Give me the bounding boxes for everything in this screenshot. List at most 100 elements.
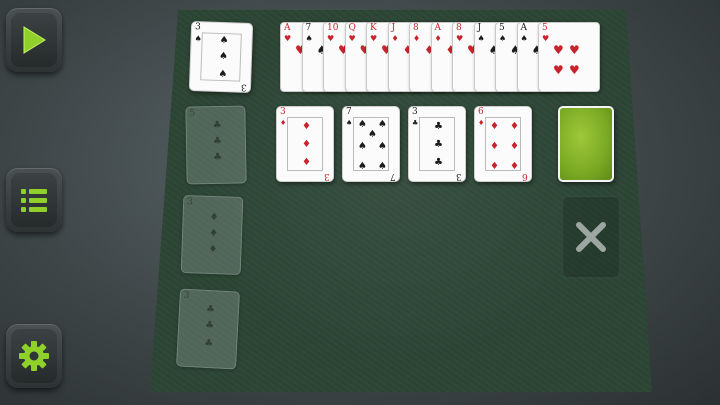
card-suit: ♦ xyxy=(413,34,421,43)
tableau-card[interactable]: 3 ♣ ♣ ♣ ♣ 3 xyxy=(408,106,466,182)
pip: ♠ xyxy=(378,141,387,152)
card-face: ♠ ♠ ♠ xyxy=(200,32,242,82)
card-rank-bottom: 3 xyxy=(324,171,330,181)
card-rank-bottom: 3 xyxy=(456,171,462,181)
pip: ♣ xyxy=(434,157,443,168)
card-rank: 3 xyxy=(183,290,190,301)
pip: ♠ xyxy=(219,34,229,47)
fan-card[interactable]: 5 ♥ ♥ ♥ ♥ ♥ xyxy=(538,22,600,92)
card-face: ♠ ♠ ♠ ♠ ♠ ♠ ♠ xyxy=(353,117,389,172)
pip: ♦ xyxy=(302,157,311,168)
pip: ♣ xyxy=(434,139,443,150)
card-suit: ♦ xyxy=(391,34,399,43)
pip: ♦ xyxy=(302,121,311,132)
settings-button[interactable] xyxy=(6,324,62,388)
card-rank: A xyxy=(284,23,291,33)
pip: ♣ xyxy=(434,121,443,132)
card-rank: 3 xyxy=(412,107,418,117)
pip: ♠ xyxy=(358,161,367,172)
pip: ♦ xyxy=(510,121,519,132)
card-rank: 5 xyxy=(189,108,196,119)
card-suit: ♠ xyxy=(499,34,507,43)
card-suit: ♠ xyxy=(305,34,313,43)
card-face: ♦ ♦ ♦ ♦ ♦ ♦ xyxy=(485,117,521,172)
card-rank: 7 xyxy=(346,107,352,117)
card-rank: 5 xyxy=(499,23,505,33)
card-suit: ♠ xyxy=(346,119,353,127)
pip: ♠ xyxy=(358,141,367,152)
pip: ♣ xyxy=(213,151,223,164)
pip: ♣ xyxy=(203,337,214,350)
card-suit: ♥ xyxy=(284,34,292,43)
pip: ♦ xyxy=(209,211,219,224)
pip: ♠ xyxy=(218,68,228,81)
play-icon xyxy=(23,26,46,54)
card-suit: ♥ xyxy=(348,34,356,43)
card-face: ♣ ♣ ♣ xyxy=(419,117,455,171)
pip: ♣ xyxy=(212,135,223,148)
card-rank: 8 xyxy=(456,23,462,33)
card-suit: ♥ xyxy=(542,34,550,43)
card-rank: 6 xyxy=(478,107,484,117)
menu-icon xyxy=(21,189,47,212)
pip: ♥ xyxy=(553,63,564,77)
pip: ♠ xyxy=(218,50,229,63)
ghost-card: 3 ♣ ♣ ♣ xyxy=(176,288,240,370)
pip: ♠ xyxy=(368,129,377,140)
card-suit: ♥ xyxy=(370,34,378,43)
tableau-card[interactable]: 6 ♦ ♦ ♦ ♦ ♦ ♦ ♦ 6 xyxy=(474,106,532,182)
card-suit: ♣ xyxy=(412,119,419,127)
card-rank: J xyxy=(477,23,482,33)
play-button[interactable] xyxy=(6,8,62,72)
close-icon xyxy=(576,222,606,252)
card-suit: ♠ xyxy=(477,34,485,43)
pip: ♦ xyxy=(490,161,499,172)
card-suit: ♥ xyxy=(327,34,335,43)
card-rank: J xyxy=(391,23,396,33)
pip: ♣ xyxy=(212,119,222,132)
pip: ♣ xyxy=(205,303,216,316)
card-rank: 3 xyxy=(194,22,201,33)
card-rank-bottom: 6 xyxy=(522,171,528,181)
ghost-card: 5 ♣ ♣ ♣ xyxy=(185,105,247,185)
pip: ♦ xyxy=(302,139,311,150)
card-suit: ♦ xyxy=(280,119,287,127)
pip: ♦ xyxy=(510,161,519,172)
pip: ♥ xyxy=(569,63,580,77)
card-rank: 5 xyxy=(542,23,548,33)
pip: ♦ xyxy=(490,141,499,152)
pip: ♥ xyxy=(569,43,580,57)
card-suit: ♦ xyxy=(434,34,442,43)
discard-slot[interactable] xyxy=(562,196,620,278)
pip: ♦ xyxy=(510,141,519,152)
pip: ♥ xyxy=(553,43,564,57)
card-suit: ♠ xyxy=(520,34,528,43)
pip: ♠ xyxy=(378,119,387,130)
pip: ♦ xyxy=(490,121,499,132)
waste-card[interactable]: 3 ♠ ♠ ♠ ♠ 3 xyxy=(188,20,254,94)
card-suit: ♥ xyxy=(456,34,464,43)
card-rank: Q xyxy=(348,23,356,33)
card-rank: 10 xyxy=(327,23,339,33)
tableau-card[interactable]: 7 ♠ ♠ ♠ ♠ ♠ ♠ ♠ ♠ 7 xyxy=(342,106,400,182)
card-rank: 7 xyxy=(305,23,312,33)
ghost-card: 3 ♦ ♦ ♦ xyxy=(180,194,244,276)
gear-icon xyxy=(19,341,49,371)
card-suit: ♦ xyxy=(478,119,485,127)
card-face: ♦ ♦ ♦ xyxy=(287,117,323,171)
card-rank: 3 xyxy=(280,107,286,117)
tableau-card[interactable]: 3 ♦ ♦ ♦ ♦ 3 xyxy=(276,106,334,182)
card-rank: 3 xyxy=(186,197,194,208)
card-rank-bottom: 7 xyxy=(390,171,396,181)
stock-pile[interactable] xyxy=(558,106,614,182)
card-rank: 8 xyxy=(413,23,419,33)
card-rank: K xyxy=(370,23,377,33)
pip: ♠ xyxy=(378,161,387,172)
pip: ♠ xyxy=(358,119,367,130)
pip: ♦ xyxy=(208,243,218,256)
card-rank-bottom: 3 xyxy=(241,81,248,92)
menu-button[interactable] xyxy=(6,168,62,232)
card-rank: A xyxy=(520,23,528,33)
card-rank: A xyxy=(434,23,442,33)
pip: ♦ xyxy=(208,227,219,240)
